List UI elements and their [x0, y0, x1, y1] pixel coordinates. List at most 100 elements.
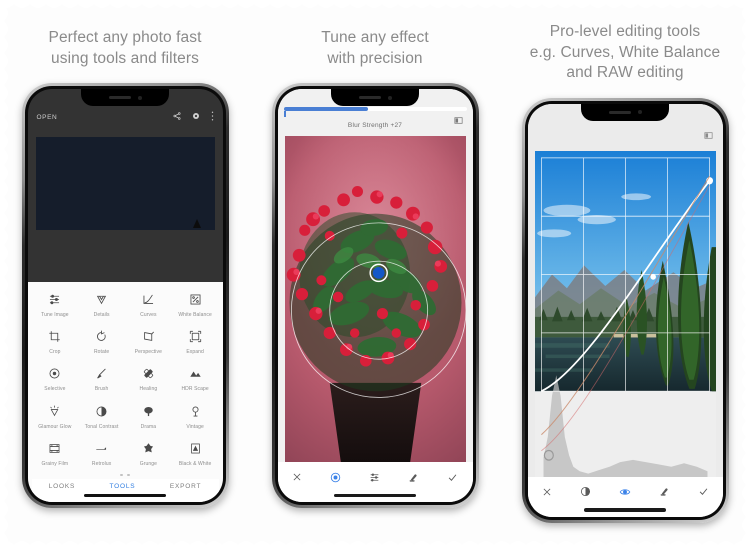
- selective-icon: [48, 365, 61, 382]
- sliders-icon[interactable]: [369, 472, 380, 483]
- tool-crop[interactable]: Crop: [32, 328, 79, 355]
- tool-label: HDR Scape: [181, 386, 209, 393]
- white-balance-icon: [189, 291, 202, 308]
- more-vert-icon[interactable]: [211, 111, 214, 121]
- triangle-detail-icon: [95, 291, 108, 308]
- grunge-icon: [142, 440, 155, 457]
- black-white-icon: [189, 440, 202, 457]
- settings-icon[interactable]: [192, 112, 200, 120]
- home-indicator: [84, 493, 166, 498]
- tool-expand[interactable]: Expand: [172, 328, 219, 355]
- panel-2-caption: Tune any effect with precision: [321, 28, 429, 69]
- grainy-film-icon: [48, 440, 61, 457]
- healing-icon: [142, 365, 155, 382]
- tools-grid: Tune Image Details Curves White Balance …: [32, 291, 219, 467]
- perspective-icon: [142, 328, 155, 345]
- curve-point-mid: [649, 273, 656, 280]
- stamp-icon[interactable]: [659, 486, 670, 497]
- phone-mockup-1: OPEN Tune Image Details Curves White Bal…: [21, 83, 229, 509]
- tool-healing[interactable]: Healing: [125, 365, 172, 392]
- tab-looks[interactable]: LOOKS: [49, 483, 75, 490]
- phone-mockup-3: [521, 97, 729, 523]
- tool-brush[interactable]: Brush: [78, 365, 125, 392]
- caption-line: using tools and filters: [51, 49, 199, 67]
- tool-label: Curves: [140, 311, 157, 318]
- tool-label: Grunge: [139, 460, 158, 467]
- check-icon[interactable]: [698, 486, 709, 497]
- tool-hdr-scape[interactable]: HDR Scape: [172, 365, 219, 392]
- phone-mockup-2: Blur Strength +27: [271, 83, 479, 509]
- rotate-icon: [95, 328, 108, 345]
- close-icon[interactable]: [292, 472, 302, 482]
- photo-canvas[interactable]: [284, 136, 466, 463]
- bottom-tab-bar: LOOKS TOOLS EXPORT: [31, 479, 219, 503]
- selective-radius-overlay[interactable]: [285, 136, 466, 462]
- tool-label: Rotate: [93, 349, 110, 356]
- caption-line: Pro-level editing tools: [549, 23, 701, 40]
- tool-selective[interactable]: Selective: [32, 365, 79, 392]
- eye-icon[interactable]: [619, 486, 631, 498]
- tool-vintage[interactable]: Vintage: [172, 403, 219, 430]
- close-icon[interactable]: [542, 487, 552, 497]
- tool-label: Retrolux: [91, 460, 112, 467]
- curves-grid: [540, 157, 710, 392]
- target-icon[interactable]: [330, 472, 341, 483]
- phone-3-screen: [527, 103, 723, 517]
- tool-label: Selective: [44, 386, 66, 393]
- caption-line: e.g. Curves, White Balance: [529, 43, 721, 61]
- effect-strength-slider[interactable]: [283, 107, 467, 118]
- preset-circle-icon[interactable]: [580, 486, 591, 497]
- tool-label: Expand: [186, 349, 204, 356]
- cursor-pointer-icon: [192, 219, 201, 229]
- tool-grainy-film[interactable]: Grainy Film: [32, 440, 79, 467]
- compare-icon[interactable]: [453, 112, 463, 130]
- tool-tune-image[interactable]: Tune Image: [32, 291, 79, 318]
- tool-perspective[interactable]: Perspective: [125, 328, 172, 355]
- promo-panel-1: Perfect any photo fast using tools and f…: [0, 0, 250, 549]
- tool-label: Vintage: [186, 423, 204, 430]
- curve-endpoint-handle: [543, 449, 554, 461]
- promo-panel-2: Tune any effect with precision Blur Stre…: [250, 0, 500, 549]
- promo-collage: Perfect any photo fast using tools and f…: [0, 0, 750, 549]
- slider-knob[interactable]: [283, 111, 286, 118]
- share-icon[interactable]: [173, 112, 181, 120]
- tab-tools[interactable]: TOOLS: [110, 483, 136, 490]
- glamour-glow-icon: [48, 403, 61, 420]
- phone-1-screen: OPEN Tune Image Details Curves White Bal…: [27, 89, 223, 503]
- tool-label: Details: [93, 311, 110, 318]
- stamp-icon[interactable]: [408, 472, 419, 483]
- tool-label: Tune Image: [41, 311, 69, 318]
- photo-canvas[interactable]: [534, 150, 716, 477]
- open-button[interactable]: OPEN: [37, 114, 58, 121]
- tonal-contrast-icon: [95, 403, 108, 420]
- tab-export[interactable]: EXPORT: [170, 483, 201, 490]
- tool-retrolux[interactable]: Retrolux: [78, 440, 125, 467]
- tool-drama[interactable]: Drama: [125, 403, 172, 430]
- tool-grunge[interactable]: Grunge: [125, 440, 172, 467]
- caption-line: Tune any effect: [321, 29, 429, 46]
- caption-line: and RAW editing: [566, 64, 684, 82]
- tool-rotate[interactable]: Rotate: [78, 328, 125, 355]
- retrolux-icon: [95, 440, 108, 457]
- editor-photo-preview[interactable]: [35, 137, 215, 231]
- tool-white-balance[interactable]: White Balance: [172, 291, 219, 318]
- tool-details[interactable]: Details: [78, 291, 125, 318]
- phone-notch: [331, 89, 419, 107]
- panel-1-caption: Perfect any photo fast using tools and f…: [49, 28, 202, 69]
- compare-icon[interactable]: [703, 127, 713, 145]
- drama-icon: [142, 403, 155, 420]
- tool-glamour-glow[interactable]: Glamour Glow: [32, 403, 79, 430]
- tool-curves[interactable]: Curves: [125, 291, 172, 318]
- crop-icon: [48, 328, 61, 345]
- curves-editor-overlay[interactable]: [535, 151, 716, 477]
- check-icon[interactable]: [447, 472, 458, 483]
- adjust-title: Blur Strength +27: [347, 122, 403, 130]
- hdr-scape-icon: [189, 365, 202, 382]
- expand-icon: [189, 328, 202, 345]
- tool-label: Tonal Contrast: [84, 423, 119, 430]
- home-indicator: [334, 493, 416, 498]
- tool-black-white[interactable]: Black & White: [172, 440, 219, 467]
- tool-label: Drama: [140, 423, 157, 430]
- tool-label: Perspective: [134, 349, 162, 356]
- tool-tonal-contrast[interactable]: Tonal Contrast: [78, 403, 125, 430]
